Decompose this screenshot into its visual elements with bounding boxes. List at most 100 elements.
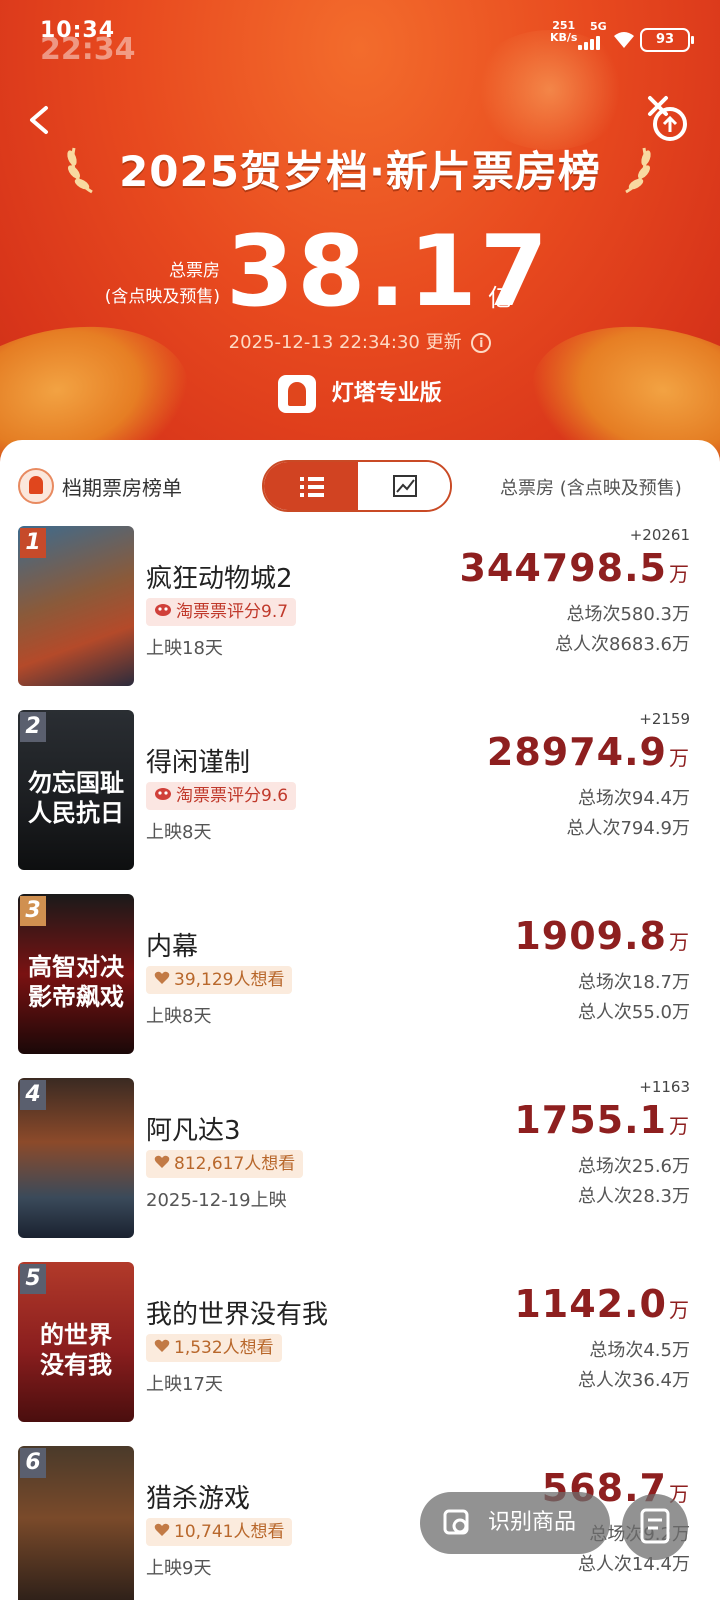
release-info: 上映18天	[146, 638, 223, 659]
notes-icon	[640, 1508, 670, 1544]
total-box-office-unit: 亿	[488, 284, 512, 312]
total-label-line1: 总票房	[169, 261, 220, 281]
tag-text: 39,129人想看	[174, 970, 285, 990]
total-shows: 总场次18.7万	[577, 972, 690, 993]
total-label-line2: (含点映及预售)	[104, 287, 220, 307]
movie-poster[interactable]: 3 高智对决 影帝飙戏	[18, 894, 134, 1054]
movie-row[interactable]: 3 高智对决 影帝飙戏 内幕 39,129人想看 上映8天 1909.8 万 总场…	[0, 894, 720, 1078]
signal-icon	[578, 34, 604, 50]
list-view-button[interactable]	[264, 462, 358, 510]
trend-chart-icon	[393, 475, 417, 497]
movie-row[interactable]: 6 猎杀游戏 10,741人想看 上映9天 568.7万 总场次9.2万 总人次…	[0, 1446, 720, 1600]
header-banner: 22:34 10:34 251 KB/s 5G 93 2025贺岁档·新片票房榜…	[0, 0, 720, 480]
battery-icon: 93	[640, 28, 694, 52]
list-title: 档期票房榜单	[62, 476, 182, 500]
movie-poster[interactable]: 6	[18, 1446, 134, 1600]
update-time: 2025-12-13 22:34:30 更新 i	[0, 328, 720, 354]
gross-unit: 万	[669, 746, 690, 770]
ranking-logo-icon	[18, 468, 54, 504]
share-icon	[648, 96, 687, 141]
release-info: 上映8天	[146, 1006, 212, 1027]
chevron-left-icon	[30, 106, 48, 134]
total-viewers: 总人次8683.6万	[555, 634, 690, 655]
battery-level: 93	[655, 32, 675, 47]
movie-title: 猎杀游戏	[146, 1484, 251, 1514]
ranking-card: 档期票房榜单 总票房 (含点映及预售) 1 疯狂动物城2 淘票票评分9.7 上映…	[0, 440, 720, 1600]
movie-title: 内幕	[146, 932, 199, 962]
heart-icon	[154, 1334, 170, 1362]
taopiaopiao-icon	[154, 598, 172, 626]
poster-text: 勿忘国耻 人民抗日	[28, 769, 124, 827]
movie-title: 得闲谨制	[146, 748, 251, 778]
brand-name: 灯塔专业版	[331, 381, 442, 406]
tag-text: 812,617人想看	[174, 1154, 296, 1174]
movie-title: 我的世界没有我	[146, 1300, 329, 1330]
movie-row[interactable]: 4 阿凡达3 812,617人想看 2025-12-19上映 +1163 175…	[0, 1078, 720, 1262]
tag-text: 淘票票评分9.7	[176, 602, 289, 622]
update-time-text: 2025-12-13 22:34:30 更新	[228, 332, 462, 353]
tag-text: 1,532人想看	[174, 1338, 274, 1358]
tag-text: 淘票票评分9.6	[176, 786, 289, 806]
total-viewers: 总人次55.0万	[577, 1002, 690, 1023]
info-icon[interactable]: i	[471, 333, 492, 353]
movie-row[interactable]: 5 的世界 没有我 我的世界没有我 1,532人想看 上映17天 1142.0 万…	[0, 1262, 720, 1446]
total-box-office-label: 总票房 (含点映及预售)	[100, 258, 220, 310]
rating-tag: 淘票票评分9.7	[146, 598, 297, 626]
want-to-see-tag: 1,532人想看	[146, 1334, 282, 1362]
total-viewers: 总人次794.9万	[566, 818, 690, 839]
gross-value: 28974.9 万	[487, 730, 690, 774]
gross-number: 1142.0	[514, 1282, 667, 1326]
movie-title: 疯狂动物城2	[146, 564, 293, 594]
gross-number: 344798.5	[459, 546, 667, 590]
release-info: 2025-12-19上映	[146, 1190, 287, 1211]
gross-unit: 万	[669, 562, 690, 586]
gross-delta: +1163	[639, 1078, 690, 1096]
gross-number: 1755.1	[514, 1098, 667, 1142]
total-shows: 总场次580.3万	[566, 604, 690, 625]
movie-row[interactable]: 2 勿忘国耻 人民抗日 得闲谨制 淘票票评分9.6 上映8天 +2159 289…	[0, 710, 720, 894]
gross-value: 1142.0 万	[514, 1282, 690, 1326]
movie-poster[interactable]: 4	[18, 1078, 134, 1238]
heart-icon	[154, 1150, 170, 1178]
movie-poster[interactable]: 5 的世界 没有我	[18, 1262, 134, 1422]
movie-row[interactable]: 1 疯狂动物城2 淘票票评分9.7 上映18天 +20261 344798.5 万…	[0, 526, 720, 710]
share-button[interactable]	[642, 94, 692, 144]
gross-unit: 万	[669, 1298, 690, 1322]
page-title: 2025贺岁档·新片票房榜	[119, 147, 601, 196]
view-toggle	[262, 460, 452, 512]
brand-badge: 灯塔专业版	[278, 374, 442, 414]
net-speed-unit: KB/s	[550, 31, 578, 44]
rank-badge: 2	[20, 712, 46, 742]
rank-badge: 1	[20, 528, 46, 558]
taopiaopiao-icon	[154, 782, 172, 810]
net-speed: 251 KB/s	[550, 20, 577, 44]
movie-poster[interactable]: 2 勿忘国耻 人民抗日	[18, 710, 134, 870]
movie-poster[interactable]: 1	[18, 526, 134, 686]
release-info: 上映17天	[146, 1374, 223, 1395]
gross-delta: +2159	[639, 710, 690, 728]
scan-bag-icon	[443, 1509, 469, 1535]
gross-value: 1909.8 万	[514, 914, 690, 958]
release-info: 上映8天	[146, 822, 212, 843]
back-button[interactable]	[24, 100, 58, 140]
total-shows: 总场次4.5万	[589, 1340, 690, 1361]
rank-badge: 6	[20, 1448, 46, 1478]
movie-title: 阿凡达3	[146, 1116, 241, 1146]
want-to-see-tag: 39,129人想看	[146, 966, 293, 994]
chart-view-button[interactable]	[358, 462, 450, 510]
gross-delta: +20261	[629, 526, 690, 544]
gross-value: 344798.5 万	[459, 546, 690, 590]
identify-product-label: 识别商品	[488, 1510, 577, 1535]
gross-unit: 万	[669, 1114, 690, 1138]
gross-value: 1755.1 万	[514, 1098, 690, 1142]
identify-product-button[interactable]: 识别商品	[420, 1492, 610, 1554]
total-viewers: 总人次36.4万	[577, 1370, 690, 1391]
dengta-logo-icon	[278, 375, 316, 413]
total-shows: 总场次94.4万	[577, 788, 690, 809]
status-time: 10:34	[40, 18, 116, 43]
notes-button[interactable]	[622, 1494, 688, 1560]
total-shows: 总场次25.6万	[577, 1156, 690, 1177]
gross-number: 28974.9	[486, 730, 667, 774]
status-bar: 22:34 10:34 251 KB/s 5G 93	[0, 18, 720, 67]
heart-icon	[154, 966, 170, 994]
